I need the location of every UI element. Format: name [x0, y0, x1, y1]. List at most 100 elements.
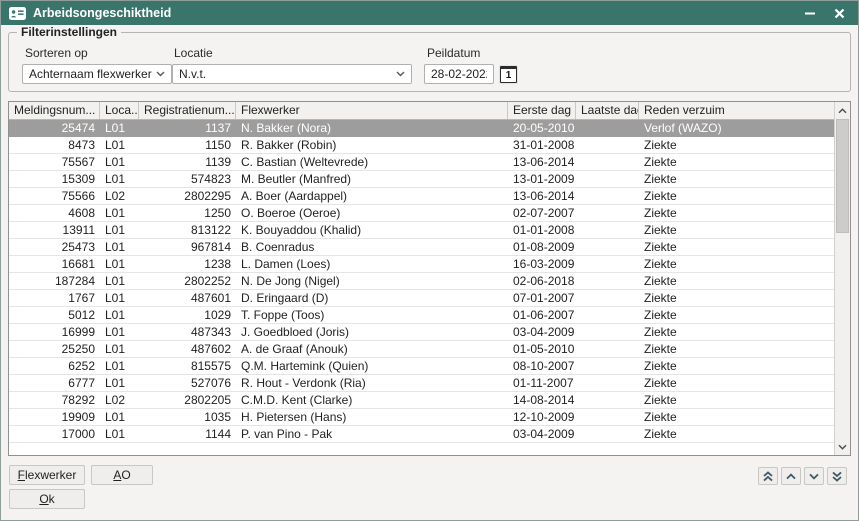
cell-flexwerker: C. Bastian (Weltevrede)	[236, 154, 508, 170]
sorteren-op-label: Sorteren op	[25, 46, 88, 60]
cell-eerste-dag: 12-10-2009	[508, 409, 576, 425]
ao-button[interactable]: AO	[91, 465, 153, 485]
table-row[interactable]: 6252L01815575Q.M. Hartemink (Quien)08-10…	[9, 358, 834, 375]
column-header-registratienummer[interactable]: Registratienum...	[139, 102, 236, 119]
table-row[interactable]: 19909L011035H. Pietersen (Hans)12-10-200…	[9, 409, 834, 426]
cell-locatie: L01	[100, 171, 139, 187]
cell-flexwerker: R. Hout - Verdonk (Ria)	[236, 375, 508, 391]
table-row[interactable]: 75566L022802295A. Boer (Aardappel)13-06-…	[9, 188, 834, 205]
cell-registratienummer: 967814	[139, 239, 236, 255]
cell-laatste-dag	[576, 188, 639, 204]
cell-meldingsnummer: 78292	[9, 392, 100, 408]
locatie-select[interactable]: N.v.t.	[172, 64, 412, 84]
flexwerker-button[interactable]: Flexwerker	[9, 465, 85, 485]
peildatum-input[interactable]: 28-02-2022	[424, 64, 494, 84]
cell-flexwerker: J. Goedbloed (Joris)	[236, 324, 508, 340]
cell-reden-verzuim: Ziekte	[639, 324, 834, 340]
vertical-scrollbar[interactable]	[834, 102, 850, 455]
cell-meldingsnummer: 8473	[9, 137, 100, 153]
column-header-flexwerker[interactable]: Flexwerker	[236, 102, 508, 119]
table-row[interactable]: 75567L011139C. Bastian (Weltevrede)13-06…	[9, 154, 834, 171]
table-row[interactable]: 17000L011144P. van Pino - Pak03-04-2009Z…	[9, 426, 834, 443]
minimize-button[interactable]	[799, 3, 821, 23]
cell-registratienummer: 487601	[139, 290, 236, 306]
arbeidsongeschiktheid-dialog: Arbeidsongeschiktheid Filterinstellingen…	[0, 0, 859, 521]
cell-registratienummer: 2802252	[139, 273, 236, 289]
cell-locatie: L01	[100, 324, 139, 340]
cell-flexwerker: O. Boeroe (Oeroe)	[236, 205, 508, 221]
cell-meldingsnummer: 6777	[9, 375, 100, 391]
cell-laatste-dag	[576, 392, 639, 408]
table-row[interactable]: 1767L01487601D. Eringaard (D)07-01-2007Z…	[9, 290, 834, 307]
cell-reden-verzuim: Ziekte	[639, 426, 834, 442]
cell-locatie: L01	[100, 409, 139, 425]
cell-flexwerker: R. Bakker (Robin)	[236, 137, 508, 153]
cell-meldingsnummer: 25250	[9, 341, 100, 357]
column-header-locatie[interactable]: Loca...	[100, 102, 139, 119]
cell-reden-verzuim: Ziekte	[639, 222, 834, 238]
filterinstellingen-group: Filterinstellingen Sorteren op Achternaa…	[8, 32, 851, 92]
cell-reden-verzuim: Ziekte	[639, 273, 834, 289]
last-record-button[interactable]	[827, 467, 847, 485]
table-row[interactable]: 4608L011250O. Boeroe (Oeroe)02-07-2007Zi…	[9, 205, 834, 222]
cell-laatste-dag	[576, 324, 639, 340]
cell-reden-verzuim: Ziekte	[639, 239, 834, 255]
previous-record-button[interactable]	[781, 467, 801, 485]
cell-eerste-dag: 08-10-2007	[508, 358, 576, 374]
close-button[interactable]	[828, 3, 850, 23]
cell-laatste-dag	[576, 256, 639, 272]
table-row[interactable]: 16681L011238L. Damen (Loes)16-03-2009Zie…	[9, 256, 834, 273]
table-row[interactable]: 16999L01487343J. Goedbloed (Joris)03-04-…	[9, 324, 834, 341]
cell-flexwerker: Q.M. Hartemink (Quien)	[236, 358, 508, 374]
cell-meldingsnummer: 6252	[9, 358, 100, 374]
table-row[interactable]: 187284L012802252N. De Jong (Nigel)02-06-…	[9, 273, 834, 290]
sorteren-op-select[interactable]: Achternaam flexwerker	[22, 64, 172, 84]
cell-locatie: L01	[100, 290, 139, 306]
cell-flexwerker: P. van Pino - Pak	[236, 426, 508, 442]
cell-meldingsnummer: 16999	[9, 324, 100, 340]
table-row[interactable]: 6777L01527076R. Hout - Verdonk (Ria)01-1…	[9, 375, 834, 392]
cell-meldingsnummer: 75567	[9, 154, 100, 170]
ok-button[interactable]: Ok	[9, 489, 85, 509]
scroll-down-button[interactable]	[835, 439, 850, 454]
scrollbar-thumb[interactable]	[836, 119, 849, 233]
cell-flexwerker: K. Bouyaddou (Khalid)	[236, 222, 508, 238]
table-row[interactable]: 25250L01487602A. de Graaf (Anouk)01-05-2…	[9, 341, 834, 358]
cell-laatste-dag	[576, 426, 639, 442]
column-header-meldingsnummer[interactable]: Meldingsnum...	[9, 102, 100, 119]
cell-registratienummer: 574823	[139, 171, 236, 187]
cell-laatste-dag	[576, 205, 639, 221]
column-header-reden-verzuim[interactable]: Reden verzuim	[639, 102, 834, 119]
cell-reden-verzuim: Ziekte	[639, 341, 834, 357]
table-row[interactable]: 25474L011137N. Bakker (Nora)20-05-2010Ve…	[9, 120, 834, 137]
verzuim-table: Meldingsnum...Loca...Registratienum...Fl…	[8, 101, 851, 456]
table-row[interactable]: 13911L01813122K. Bouyaddou (Khalid)01-01…	[9, 222, 834, 239]
cell-flexwerker: N. De Jong (Nigel)	[236, 273, 508, 289]
minimize-icon	[804, 7, 816, 19]
cell-registratienummer: 815575	[139, 358, 236, 374]
cell-eerste-dag: 31-01-2008	[508, 137, 576, 153]
column-header-eerste-dag[interactable]: Eerste dag	[508, 102, 576, 119]
date-picker-button[interactable]: 1	[500, 66, 517, 83]
cell-eerste-dag: 20-05-2010	[508, 120, 576, 136]
cell-locatie: L01	[100, 137, 139, 153]
cell-locatie: L01	[100, 205, 139, 221]
cell-locatie: L01	[100, 273, 139, 289]
cell-eerste-dag: 02-07-2007	[508, 205, 576, 221]
first-record-button[interactable]	[758, 467, 778, 485]
column-header-laatste-dag[interactable]: Laatste dag	[576, 102, 639, 119]
cell-locatie: L02	[100, 188, 139, 204]
cell-meldingsnummer: 1767	[9, 290, 100, 306]
table-row[interactable]: 15309L01574823M. Beutler (Manfred)13-01-…	[9, 171, 834, 188]
table-header-row: Meldingsnum...Loca...Registratienum...Fl…	[9, 102, 834, 120]
cell-meldingsnummer: 17000	[9, 426, 100, 442]
next-record-button[interactable]	[804, 467, 824, 485]
table-row[interactable]: 5012L011029T. Foppe (Toos)01-06-2007Ziek…	[9, 307, 834, 324]
cell-laatste-dag	[576, 409, 639, 425]
cell-locatie: L01	[100, 222, 139, 238]
table-row[interactable]: 25473L01967814B. Coenradus01-08-2009Ziek…	[9, 239, 834, 256]
scroll-up-button[interactable]	[835, 103, 850, 118]
table-row[interactable]: 8473L011150R. Bakker (Robin)31-01-2008Zi…	[9, 137, 834, 154]
table-row[interactable]: 78292L022802205C.M.D. Kent (Clarke)14-08…	[9, 392, 834, 409]
cell-locatie: L01	[100, 426, 139, 442]
